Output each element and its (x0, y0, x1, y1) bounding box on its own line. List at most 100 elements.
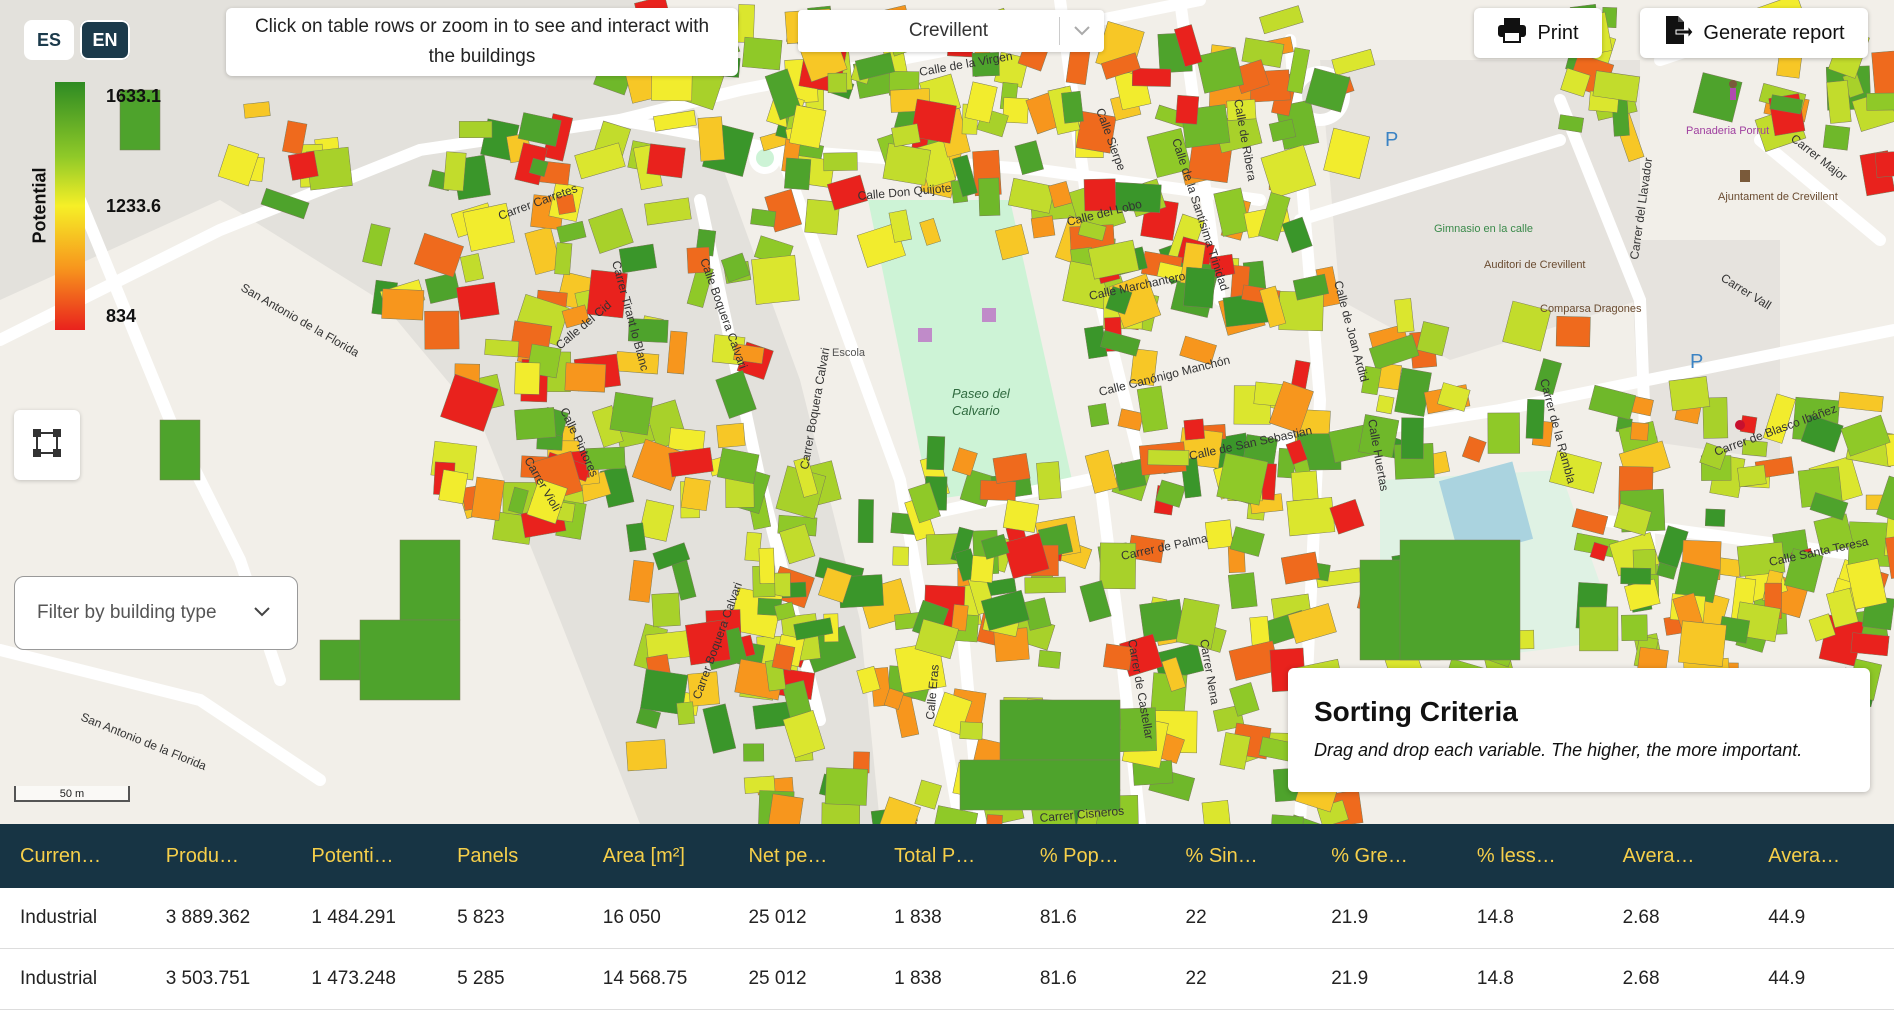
column-header[interactable]: % Pop… (1020, 845, 1166, 868)
building-shape[interactable] (458, 121, 493, 138)
building-shape[interactable] (1737, 464, 1767, 488)
language-en-button[interactable]: EN (80, 20, 130, 60)
table-row[interactable]: Industrial 3 503.751 1 473.248 5 285 14 568.… (0, 949, 1894, 1010)
building-shape[interactable] (737, 4, 755, 43)
building-shape[interactable] (857, 499, 874, 544)
building-shape[interactable] (882, 143, 931, 186)
building-shape[interactable] (750, 208, 777, 228)
building-shape[interactable] (1286, 496, 1336, 537)
building-shape[interactable] (741, 36, 783, 71)
chevron-down-icon[interactable] (253, 602, 271, 624)
building-shape[interactable] (1621, 614, 1648, 642)
building-shape[interactable] (1216, 452, 1269, 506)
building-shape[interactable] (424, 310, 460, 350)
generate-report-button[interactable]: Generate report (1640, 8, 1868, 58)
building-shape[interactable] (471, 476, 505, 521)
building-shape[interactable] (926, 435, 946, 471)
column-header[interactable]: Potenti… (291, 845, 437, 868)
column-header[interactable]: % less… (1457, 845, 1603, 868)
building-shape[interactable] (1826, 80, 1852, 124)
print-button[interactable]: Print (1474, 8, 1602, 58)
column-header[interactable]: Avera… (1603, 845, 1749, 868)
building-shape[interactable] (716, 422, 746, 449)
building-shape[interactable] (1036, 461, 1062, 500)
building-shape[interactable] (359, 619, 461, 701)
building-shape[interactable] (821, 802, 861, 824)
building-shape[interactable] (978, 177, 1001, 217)
sorting-criteria-panel[interactable]: Sorting Criteria Drag and drop each vari… (1288, 668, 1870, 792)
draw-rectangle-button[interactable] (14, 410, 80, 480)
column-header[interactable]: Produ… (146, 845, 292, 868)
building-shape[interactable] (1183, 418, 1205, 441)
building-shape[interactable] (287, 150, 319, 181)
building-shape[interactable] (758, 547, 776, 584)
building-shape[interactable] (381, 288, 425, 321)
building-shape[interactable] (564, 362, 607, 393)
column-header[interactable]: Net pe… (728, 845, 874, 868)
building-shape[interactable] (1400, 417, 1424, 460)
building-shape[interactable] (438, 469, 469, 505)
building-shape[interactable] (399, 539, 461, 621)
building-shape[interactable] (827, 72, 848, 93)
building-shape[interactable] (1280, 551, 1321, 585)
column-header[interactable]: Avera… (1748, 845, 1894, 868)
building-shape[interactable] (680, 477, 711, 512)
building-shape[interactable] (1555, 316, 1591, 348)
building-shape[interactable] (1061, 90, 1084, 124)
building-shape[interactable] (1394, 298, 1415, 333)
building-shape[interactable] (484, 338, 520, 358)
building-shape[interactable] (1227, 572, 1258, 610)
building-shape[interactable] (992, 453, 1031, 484)
building-shape[interactable] (609, 391, 654, 436)
building-shape[interactable] (554, 242, 573, 276)
building-shape[interactable] (1204, 519, 1234, 550)
building-shape[interactable] (243, 101, 271, 119)
building-shape[interactable] (1030, 215, 1056, 239)
building-shape[interactable] (1822, 124, 1851, 151)
building-shape[interactable] (751, 254, 800, 305)
column-header[interactable]: Area [m²] (583, 845, 729, 868)
building-shape[interactable] (959, 759, 1121, 811)
building-shape[interactable] (1579, 606, 1619, 652)
building-shape[interactable] (676, 701, 695, 726)
building-shape[interactable] (625, 739, 668, 772)
column-header[interactable]: Panels (437, 845, 583, 868)
building-shape[interactable] (768, 793, 804, 824)
building-shape[interactable] (1850, 632, 1890, 657)
chevron-down-icon[interactable] (1060, 25, 1104, 37)
building-shape[interactable] (1087, 402, 1110, 428)
building-shape[interactable] (1290, 470, 1319, 501)
building-shape[interactable] (824, 767, 869, 806)
building-shape[interactable] (514, 362, 541, 395)
building-shape[interactable] (666, 330, 688, 375)
building-shape[interactable] (1874, 150, 1894, 178)
results-table[interactable]: Curren… Produ… Potenti… Panels Area [m²] Net … (0, 824, 1894, 1028)
building-shape[interactable] (1024, 576, 1066, 594)
building-shape[interactable] (1375, 394, 1395, 415)
building-shape[interactable] (1630, 422, 1650, 441)
building-shape[interactable] (1487, 412, 1520, 454)
building-shape[interactable] (1866, 92, 1894, 111)
building-type-filter[interactable]: Filter by building type (14, 576, 298, 650)
building-shape[interactable] (1131, 68, 1172, 87)
building-shape[interactable] (970, 555, 995, 584)
building-shape[interactable] (159, 419, 201, 481)
building-shape[interactable] (1037, 649, 1062, 669)
column-header[interactable]: Total P… (874, 845, 1020, 868)
column-header[interactable]: Curren… (0, 845, 146, 868)
building-shape[interactable] (1147, 449, 1190, 466)
building-shape[interactable] (1399, 539, 1521, 661)
building-shape[interactable] (1704, 508, 1726, 527)
building-shape[interactable] (959, 721, 984, 740)
building-shape[interactable] (514, 407, 557, 441)
building-shape[interactable] (456, 281, 500, 321)
building-shape[interactable] (443, 151, 467, 192)
building-shape[interactable] (668, 427, 706, 453)
building-shape[interactable] (892, 546, 909, 566)
building-shape[interactable] (651, 592, 681, 628)
building-shape[interactable] (1175, 94, 1200, 125)
building-shape[interactable] (626, 522, 647, 553)
building-shape[interactable] (697, 116, 725, 162)
building-shape[interactable] (1678, 620, 1727, 667)
building-shape[interactable] (1002, 499, 1040, 533)
